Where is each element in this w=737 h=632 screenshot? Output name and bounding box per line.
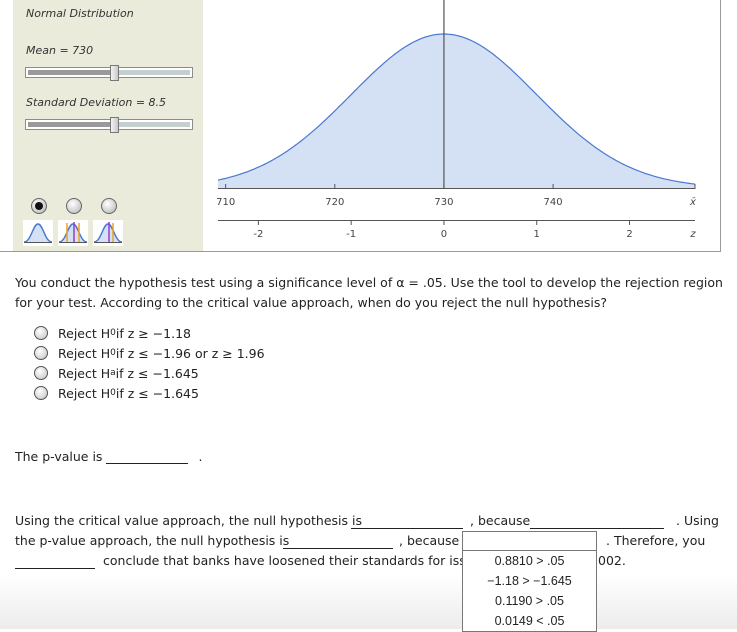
two-tail-curve-icon[interactable]: [58, 220, 88, 246]
mean-slider[interactable]: [25, 65, 193, 81]
mean-slider-thumb[interactable]: [110, 65, 119, 81]
option-1[interactable]: Reject H0 if z ≤ −1.96 or z ≥ 1.96: [34, 343, 265, 363]
pvalue-label: The p-value is: [15, 449, 103, 464]
option-radio[interactable]: [34, 346, 48, 360]
option-text: if z ≤ −1.645: [115, 365, 199, 381]
normal-distribution-chart: 710 720 730 740 x̄ -2 -1 0 1 2 z: [216, 0, 696, 240]
z-tick-label: 0: [441, 229, 447, 240]
sd-label: Standard Deviation = 8.5: [26, 96, 167, 109]
normal-curve-icon[interactable]: [23, 220, 53, 246]
x-tick-label: 720: [325, 197, 344, 208]
option-text: Reject H: [58, 345, 111, 361]
conclusion-line3-text: conclude that banks have loosened their …: [103, 553, 478, 568]
x-axis-label: x̄: [689, 197, 696, 208]
question-text: You conduct the hypothesis test using a …: [15, 275, 723, 310]
panel-edge: [0, 0, 14, 251]
option-3[interactable]: Reject H0 if z ≤ −1.645: [34, 383, 265, 403]
dropdown-option[interactable]: 0.0149 < .05: [463, 611, 596, 631]
critical-reason-dropdown[interactable]: [530, 513, 664, 529]
conclusion-line1-text: Using the critical value approach, the n…: [15, 513, 362, 528]
sd-slider-track: [118, 122, 190, 127]
dropdown-selected-value[interactable]: [463, 532, 596, 551]
dropdown-option[interactable]: −1.18 > −1.645: [463, 571, 596, 591]
pvalue-input[interactable]: [106, 448, 189, 464]
conclusion-line2-text: the p-value approach, the null hypothesi…: [15, 533, 290, 548]
pvalue-null-decision-dropdown[interactable]: [283, 533, 393, 549]
mean-slider-track: [118, 70, 190, 75]
dropdown-option[interactable]: 0.8810 > .05: [463, 551, 596, 571]
conclusion-dropdown[interactable]: [15, 553, 95, 569]
option-radio[interactable]: [34, 366, 48, 380]
mode-radio-no-tails[interactable]: [31, 198, 47, 214]
z-tick-label: 1: [534, 229, 540, 240]
option-radio[interactable]: [34, 326, 48, 340]
x-tick-label: 710: [216, 197, 235, 208]
therefore-label: . Therefore, you: [606, 533, 706, 548]
option-2[interactable]: Reject Ha if z ≤ −1.645: [34, 363, 265, 383]
sd-slider-track-filled: [28, 122, 112, 127]
sd-slider[interactable]: [25, 117, 193, 133]
control-panel: Normal Distribution Mean = 730 Standard …: [13, 0, 203, 251]
because-label-1: , because: [470, 513, 531, 528]
page-background-fade: [0, 575, 737, 629]
conclusion-line3-end: 002.: [598, 553, 626, 568]
mean-label: Mean = 730: [26, 44, 94, 57]
z-tick-label: -1: [346, 229, 356, 240]
z-axis: -2 -1 0 1 2 z: [218, 220, 696, 240]
option-radio[interactable]: [34, 386, 48, 400]
option-0[interactable]: Reject H0 if z ≥ −1.18: [34, 323, 265, 343]
answer-options: Reject H0 if z ≥ −1.18 Reject H0 if z ≤ …: [34, 323, 265, 403]
option-text: Reject H: [58, 385, 111, 401]
one-tail-curve-icon[interactable]: [93, 220, 123, 246]
mode-radio-two-tail[interactable]: [66, 198, 82, 214]
x-tick-label: 740: [544, 197, 563, 208]
x-tick-label: 730: [434, 197, 453, 208]
normal-distribution-tool: Normal Distribution Mean = 730 Standard …: [0, 0, 721, 252]
pvalue-reason-dropdown[interactable]: 0.8810 > .05 −1.18 > −1.645 0.1190 > .05…: [462, 531, 597, 632]
critical-null-decision-dropdown[interactable]: [351, 513, 463, 529]
option-text: Reject H: [58, 325, 111, 341]
option-text: Reject H: [58, 365, 111, 381]
mode-radio-one-tail[interactable]: [101, 198, 117, 214]
sd-slider-thumb[interactable]: [110, 117, 119, 133]
option-text: if z ≥ −1.18: [115, 325, 191, 341]
using-label: . Using: [676, 513, 719, 528]
z-axis-label: z: [689, 229, 696, 240]
dropdown-option[interactable]: 0.1190 > .05: [463, 591, 596, 611]
option-text: if z ≤ −1.96 or z ≥ 1.96: [115, 345, 265, 361]
z-tick-label: -2: [253, 229, 263, 240]
tool-title: Normal Distribution: [26, 7, 134, 20]
mean-slider-track-filled: [28, 70, 112, 75]
z-tick-label: 2: [626, 229, 632, 240]
option-text: if z ≤ −1.645: [115, 385, 199, 401]
pvalue-period: .: [198, 449, 203, 464]
pvalue-row: The p-value is .: [15, 448, 202, 464]
because-label-2: , because: [399, 533, 460, 548]
